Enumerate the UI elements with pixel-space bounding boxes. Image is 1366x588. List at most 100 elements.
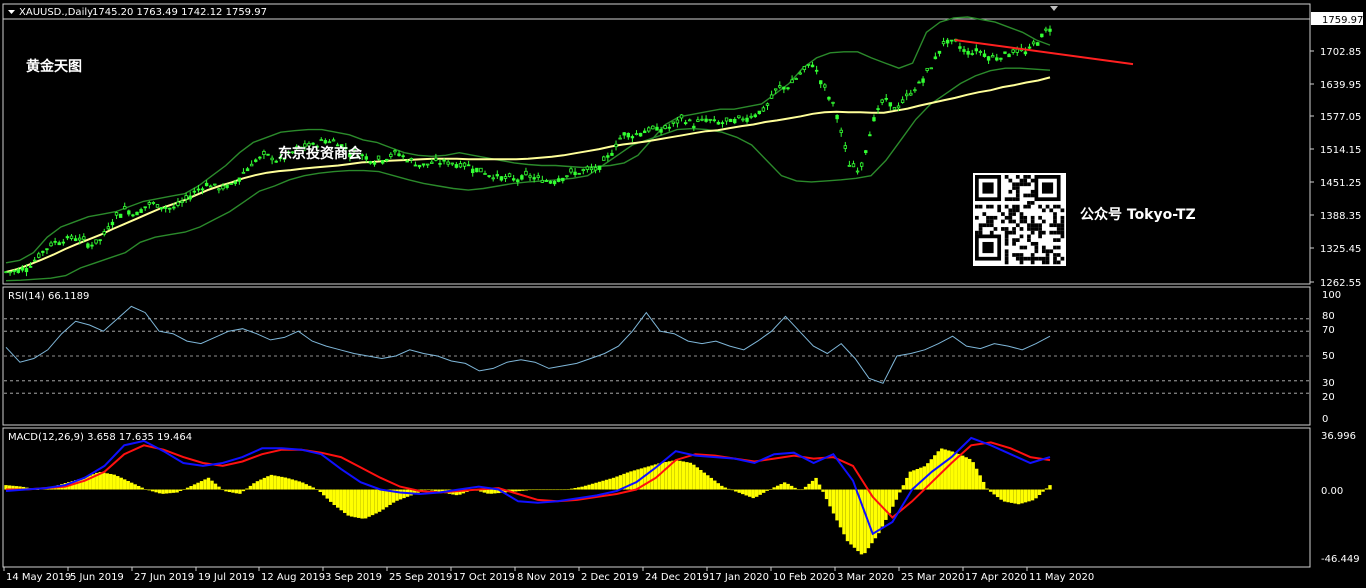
- candle-body: [806, 63, 811, 66]
- macd-layer: [4, 436, 1052, 555]
- candle: [786, 86, 790, 91]
- macd-bar: [102, 472, 106, 490]
- candle-body: [1027, 46, 1032, 49]
- x-tick-label: 14 May 2019: [6, 572, 71, 583]
- candle-body: [86, 243, 90, 248]
- macd-bar: [143, 489, 148, 490]
- candle-body: [131, 214, 135, 217]
- candle: [663, 124, 667, 130]
- qr-module: [1008, 215, 1013, 220]
- candle: [139, 207, 143, 214]
- x-tick-label: 25 Sep 2019: [389, 572, 452, 583]
- rsi-title: RSI(14) 66.1189: [8, 291, 89, 302]
- candle: [814, 65, 819, 75]
- qr-module: [1015, 238, 1020, 242]
- candle-body: [647, 127, 651, 132]
- candle: [950, 39, 954, 45]
- qr-module: [1004, 175, 1009, 179]
- candle-body: [368, 160, 373, 164]
- macd-bar: [817, 484, 822, 490]
- candle-body: [20, 267, 25, 271]
- candle-body: [786, 87, 790, 90]
- candle-body: [37, 253, 41, 258]
- candle-body: [507, 173, 512, 177]
- qr-module: [1004, 241, 1009, 246]
- candle-body: [270, 157, 274, 161]
- macd-bar: [1020, 489, 1024, 504]
- qr-module: [1019, 178, 1024, 183]
- brand-text: 黄金天图: [26, 58, 82, 75]
- candle: [778, 81, 782, 89]
- candle-body: [663, 125, 667, 129]
- macd-bar: [933, 455, 937, 490]
- qr-module: [989, 219, 994, 224]
- macd-bar: [978, 475, 982, 490]
- macd-bar: [283, 477, 288, 490]
- qr-module: [1053, 219, 1057, 224]
- candle-body: [966, 50, 970, 55]
- macd-bar: [171, 489, 176, 493]
- candle: [49, 240, 53, 247]
- qr-module: [1015, 204, 1020, 209]
- x-tick-label: 2 Dec 2019: [581, 572, 639, 583]
- candle-body: [319, 139, 323, 142]
- macd-bar: [531, 489, 535, 491]
- candle-body: [180, 200, 184, 203]
- candle: [671, 121, 676, 127]
- candle-body: [868, 134, 872, 137]
- candle: [213, 183, 217, 186]
- candle-body: [73, 238, 78, 241]
- candle: [769, 90, 774, 99]
- macd-bar: [824, 489, 829, 500]
- candle-body: [855, 170, 860, 173]
- candle: [708, 118, 712, 124]
- candle: [745, 114, 749, 124]
- qr-module: [1053, 230, 1057, 235]
- candle: [544, 178, 549, 182]
- macd-bar: [426, 489, 431, 491]
- macd-bar: [974, 468, 979, 490]
- candle-body: [425, 163, 430, 166]
- candle-body: [520, 175, 524, 180]
- macd-bar: [517, 489, 521, 492]
- macd-bar: [1002, 489, 1007, 502]
- macd-bar: [901, 485, 906, 490]
- qr-module: [989, 215, 994, 220]
- candle: [593, 164, 598, 174]
- macd-bar: [140, 487, 144, 490]
- macd-bar: [821, 489, 825, 492]
- qr-module: [1030, 227, 1035, 231]
- candle-body: [909, 92, 913, 96]
- dropdown-arrow-icon[interactable]: [8, 10, 15, 14]
- candle-body: [45, 248, 49, 251]
- candle: [524, 167, 528, 176]
- candle: [872, 114, 876, 122]
- candle-body: [57, 242, 61, 246]
- qr-module: [1023, 245, 1028, 250]
- qr-finder-core: [1041, 182, 1054, 194]
- candle-body: [929, 67, 933, 70]
- qr-module: [1060, 227, 1065, 231]
- macd-bar: [332, 489, 336, 506]
- macd-bar: [336, 489, 340, 508]
- macd-bar: [789, 485, 794, 490]
- qr-module: [1045, 249, 1050, 254]
- macd-bar: [1037, 489, 1042, 496]
- candle: [884, 94, 888, 102]
- candle: [933, 52, 938, 60]
- qr-module: [1004, 253, 1009, 257]
- qr-module: [1056, 238, 1061, 242]
- qr-module: [1030, 215, 1035, 220]
- macd-bar: [758, 489, 762, 495]
- qr-module: [1053, 256, 1057, 261]
- candle-body: [499, 176, 504, 181]
- candle: [151, 201, 156, 206]
- candle: [147, 201, 151, 209]
- macd-bar: [559, 489, 563, 491]
- macd-bar: [353, 489, 357, 518]
- candle: [450, 162, 454, 167]
- macd-bar: [894, 489, 899, 500]
- candle-body: [573, 171, 577, 176]
- rsi-tick-label: 20: [1322, 392, 1335, 403]
- macd-bar: [803, 486, 808, 490]
